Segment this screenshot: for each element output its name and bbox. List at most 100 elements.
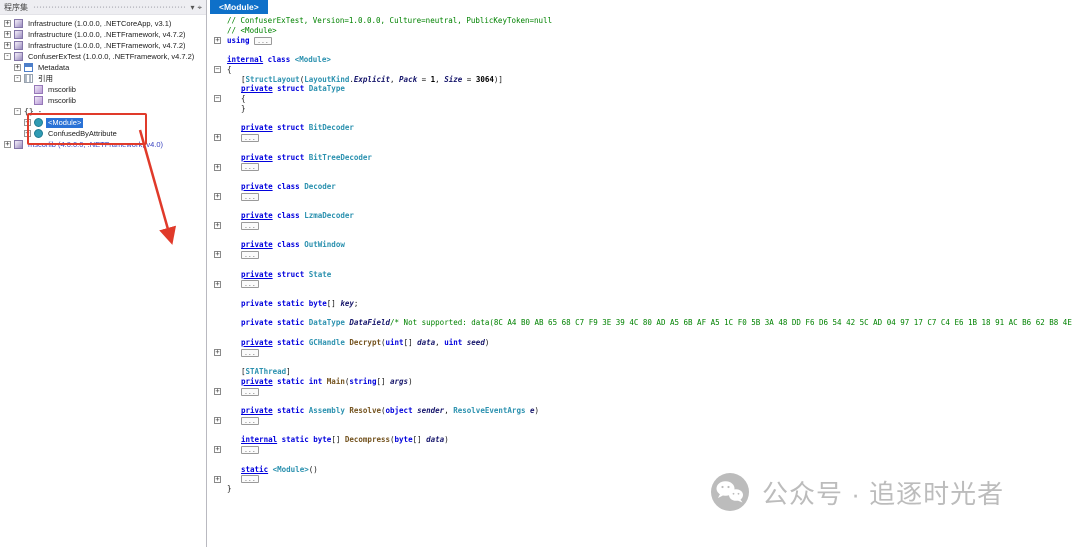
code-line — [213, 114, 1080, 124]
tree-expand-icon[interactable]: + — [4, 141, 11, 148]
collapsed-region-box[interactable]: ... — [254, 37, 272, 45]
tree-collapse-icon[interactable]: - — [14, 108, 21, 115]
collapsed-region-box[interactable]: ... — [241, 446, 259, 454]
code-token: Explicit — [354, 75, 390, 84]
code-token: [] — [413, 435, 427, 444]
code-token: [] — [327, 299, 341, 308]
code-token: , — [444, 406, 453, 415]
tree-item-label: ConfusedByAttribute — [46, 129, 119, 139]
code-token: } — [241, 104, 246, 113]
collapsed-region-box[interactable]: ... — [241, 193, 259, 201]
tree-item[interactable]: - ConfuserExTest (1.0.0.0, .NETFramework,… — [0, 51, 206, 62]
code-token: uint — [386, 338, 404, 347]
pin-icon[interactable]: ⌖ — [197, 3, 202, 12]
code-token: internal — [241, 435, 277, 444]
code-token: LayoutKind — [304, 75, 349, 84]
code-token: data — [417, 338, 435, 347]
tree-item[interactable]: mscorlib — [0, 95, 206, 106]
tree-item-label: <Module> — [46, 118, 83, 128]
collapsed-region-box[interactable]: ... — [241, 280, 259, 288]
tree-item[interactable]: +Infrastructure (1.0.0.0, .NETFramework,… — [0, 40, 206, 51]
code-token: private — [241, 299, 277, 308]
collapsed-region-box[interactable]: ... — [241, 251, 259, 259]
code-token: = — [462, 75, 476, 84]
code-token: private — [241, 240, 273, 249]
tab-module[interactable]: <Module> — [210, 0, 268, 14]
code-line — [213, 426, 1080, 436]
fold-expand-icon[interactable]: + — [214, 388, 221, 395]
tree-item[interactable]: -{}- — [0, 106, 206, 117]
code-token: struct — [273, 123, 309, 132]
code-token: GCHandle — [309, 338, 350, 347]
fold-margin: + — [213, 388, 222, 395]
fold-expand-icon[interactable]: + — [214, 222, 221, 229]
fold-expand-icon[interactable]: + — [214, 349, 221, 356]
fold-margin: + — [213, 193, 222, 200]
code-line — [213, 328, 1080, 338]
tree-item[interactable]: + ConfusedByAttribute — [0, 128, 206, 139]
fold-collapse-icon[interactable]: − — [214, 95, 221, 102]
code-token: private — [241, 338, 273, 347]
module-icon — [34, 96, 43, 105]
code-line — [213, 231, 1080, 241]
tree-item[interactable]: -引用 — [0, 73, 206, 84]
collapsed-region-box[interactable]: ... — [241, 349, 259, 357]
fold-margin: + — [213, 476, 222, 483]
code-line: +... — [213, 348, 1080, 358]
tree-collapse-icon[interactable]: - — [14, 75, 21, 82]
fold-expand-icon[interactable]: + — [214, 134, 221, 141]
code-token: State — [309, 270, 332, 279]
collapsed-region-box[interactable]: ... — [241, 222, 259, 230]
collapsed-region-box[interactable]: ... — [241, 163, 259, 171]
tree-item-label: Metadata — [36, 63, 71, 73]
tree-expand-icon[interactable]: + — [24, 119, 31, 126]
collapsed-region-box[interactable]: ... — [241, 475, 259, 483]
fold-expand-icon[interactable]: + — [214, 37, 221, 44]
code-line: +... — [213, 221, 1080, 231]
class-icon — [34, 129, 43, 138]
tree-item[interactable]: +Infrastructure (1.0.0.0, .NETCoreApp, v… — [0, 18, 206, 29]
chevron-down-icon[interactable]: ▾ — [190, 3, 194, 12]
fold-expand-icon[interactable]: + — [214, 164, 221, 171]
tree-item[interactable]: +Infrastructure (1.0.0.0, .NETFramework,… — [0, 29, 206, 40]
code-token: static — [277, 299, 309, 308]
code-token: static — [273, 406, 309, 415]
code-token: <Module> — [273, 465, 309, 474]
fold-expand-icon[interactable]: + — [214, 281, 221, 288]
fold-collapse-icon[interactable]: − — [214, 66, 221, 73]
collapsed-region-box[interactable]: ... — [241, 417, 259, 425]
code-token: )] — [494, 75, 503, 84]
fold-expand-icon[interactable]: + — [214, 476, 221, 483]
fold-expand-icon[interactable]: + — [214, 251, 221, 258]
fold-expand-icon[interactable]: + — [214, 193, 221, 200]
code-token: struct — [273, 270, 309, 279]
code-token: object — [386, 406, 418, 415]
code-token: private — [241, 84, 273, 93]
tree-expand-icon[interactable]: + — [14, 64, 21, 71]
code-token: LzmaDecoder — [304, 211, 354, 220]
collapsed-region-box[interactable]: ... — [241, 134, 259, 142]
code-token: { — [241, 94, 246, 103]
code-area[interactable]: // ConfuserExTest, Version=1.0.0.0, Cult… — [208, 14, 1080, 494]
fold-expand-icon[interactable]: + — [214, 446, 221, 453]
assembly-icon — [14, 19, 23, 28]
tree-item[interactable]: + Metadata — [0, 62, 206, 73]
tree-item[interactable]: mscorlib — [0, 84, 206, 95]
collapsed-region-box[interactable]: ... — [241, 388, 259, 396]
code-line: −{ — [213, 65, 1080, 75]
tree-item[interactable]: + <Module> — [0, 117, 206, 128]
code-line: private struct BitTreeDecoder — [213, 153, 1080, 163]
tree-expand-icon[interactable]: + — [4, 42, 11, 49]
tree-expand-icon[interactable]: + — [4, 31, 11, 38]
tree-item[interactable]: +mscorlib (4.0.0.0, .NETFramework, v4.0) — [0, 139, 206, 150]
tree-expand-icon[interactable]: + — [4, 20, 11, 27]
tree-item-label: ConfuserExTest (1.0.0.0, .NETFramework, … — [26, 52, 196, 62]
code-token: private — [241, 318, 277, 327]
tab-strip: <Module> — [208, 0, 1080, 14]
code-token: byte — [309, 299, 327, 308]
tree-collapse-icon[interactable]: - — [4, 53, 11, 60]
tree-expand-icon[interactable]: + — [24, 130, 31, 137]
fold-expand-icon[interactable]: + — [214, 417, 221, 424]
module-icon — [34, 85, 43, 94]
code-token: , — [435, 75, 444, 84]
